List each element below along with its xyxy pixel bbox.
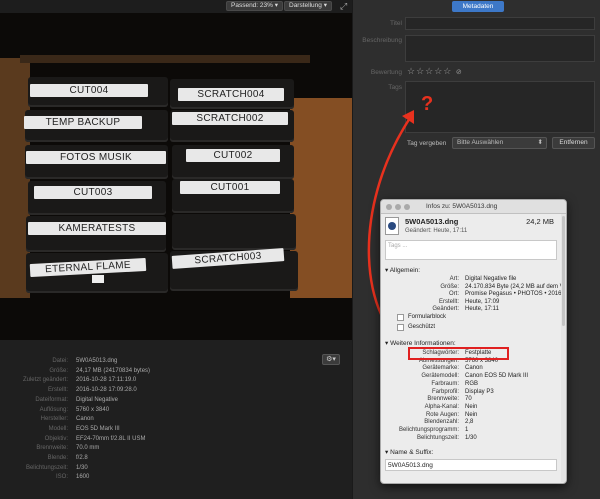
general-value: Heute, 17:09 — [465, 298, 500, 305]
info-window[interactable]: Infos zu: 5W0A5013.dng 5W0A5013.dng 24,2… — [380, 199, 567, 484]
more-info-value: Display P3 — [465, 388, 494, 395]
name-section-toggle[interactable]: ▾ Name & Suffix: — [385, 448, 433, 456]
more-info-key: Gerätemarke: — [422, 365, 459, 372]
name-header: Name & Suffix: — [390, 449, 434, 456]
stationery-checkbox[interactable] — [397, 314, 404, 321]
info-scrollbar[interactable] — [561, 214, 566, 482]
more-info-value: Canon — [465, 365, 483, 372]
more-info-value: Nein — [465, 411, 478, 418]
close-icon[interactable] — [386, 204, 392, 210]
locked-checkbox[interactable] — [397, 324, 404, 331]
info-window-title: Infos zu: 5W0A5013.dng — [426, 203, 498, 210]
more-info-key: Belichtungsprogramm: — [398, 427, 459, 433]
more-info-value: 1 — [465, 427, 469, 433]
zoom-icon[interactable] — [404, 204, 410, 210]
general-key: Ort: — [449, 291, 459, 297]
general-value: Promise Pegasus • PHOTOS • 2016 • 10 — [465, 291, 567, 297]
info-window-titlebar[interactable]: Infos zu: 5W0A5013.dng — [381, 200, 566, 214]
more-info-key: Rote Augen: — [425, 411, 459, 418]
more-info-header: Weitere Informationen: — [390, 340, 456, 347]
more-info-value: RGB — [465, 380, 479, 387]
more-info-key: Alpha-Kanal: — [424, 403, 459, 410]
more-info-value: 70 — [465, 396, 472, 403]
more-info-value: 1/30 — [465, 434, 477, 441]
general-key: Art: — [449, 276, 459, 282]
general-value: Digital Negative file — [465, 276, 517, 282]
more-info-key: Gerätemodell: — [421, 373, 459, 380]
general-header: Allgemein: — [389, 267, 421, 274]
more-info-section-toggle[interactable]: ▾ Weitere Informationen: — [385, 339, 456, 347]
name-input[interactable]: 5W0A5013.dng — [385, 459, 557, 471]
minimize-icon[interactable] — [395, 204, 401, 210]
info-modified: Geändert: Heute, 17:11 — [405, 228, 468, 234]
general-value: 24.170.834 Byte (24,2 MB auf dem Volume) — [465, 283, 566, 290]
file-icon — [385, 217, 399, 235]
info-filename: 5W0A5013.dng — [405, 217, 459, 226]
general-key: Erstellt: — [438, 298, 459, 305]
more-info-key: Blendenzahl: — [424, 419, 459, 426]
tags-input[interactable]: Tags ... — [385, 240, 557, 260]
keywords-highlight — [408, 347, 509, 360]
more-info-value: Canon EOS 5D Mark III — [465, 373, 529, 380]
general-value: Heute, 17:11 — [465, 306, 499, 312]
general-key: Größe: — [440, 283, 459, 290]
info-size: 24,2 MB — [526, 217, 554, 226]
more-info-key: Brennweite: — [427, 396, 459, 403]
more-info-value: Nein — [465, 403, 478, 410]
more-info-key: Belichtungszeit: — [416, 434, 459, 441]
more-info-value: 2,8 — [465, 419, 474, 426]
more-info-key: Farbprofil: — [431, 388, 459, 395]
more-info-key: Farbraum: — [431, 380, 459, 387]
general-key: Geändert: — [432, 306, 459, 312]
annotation-question-mark: ? — [421, 93, 434, 115]
stationery-label: Formularblock — [408, 314, 447, 320]
locked-label: Geschützt — [408, 324, 436, 330]
general-section-toggle[interactable]: ▾ Allgemein: — [385, 266, 420, 274]
